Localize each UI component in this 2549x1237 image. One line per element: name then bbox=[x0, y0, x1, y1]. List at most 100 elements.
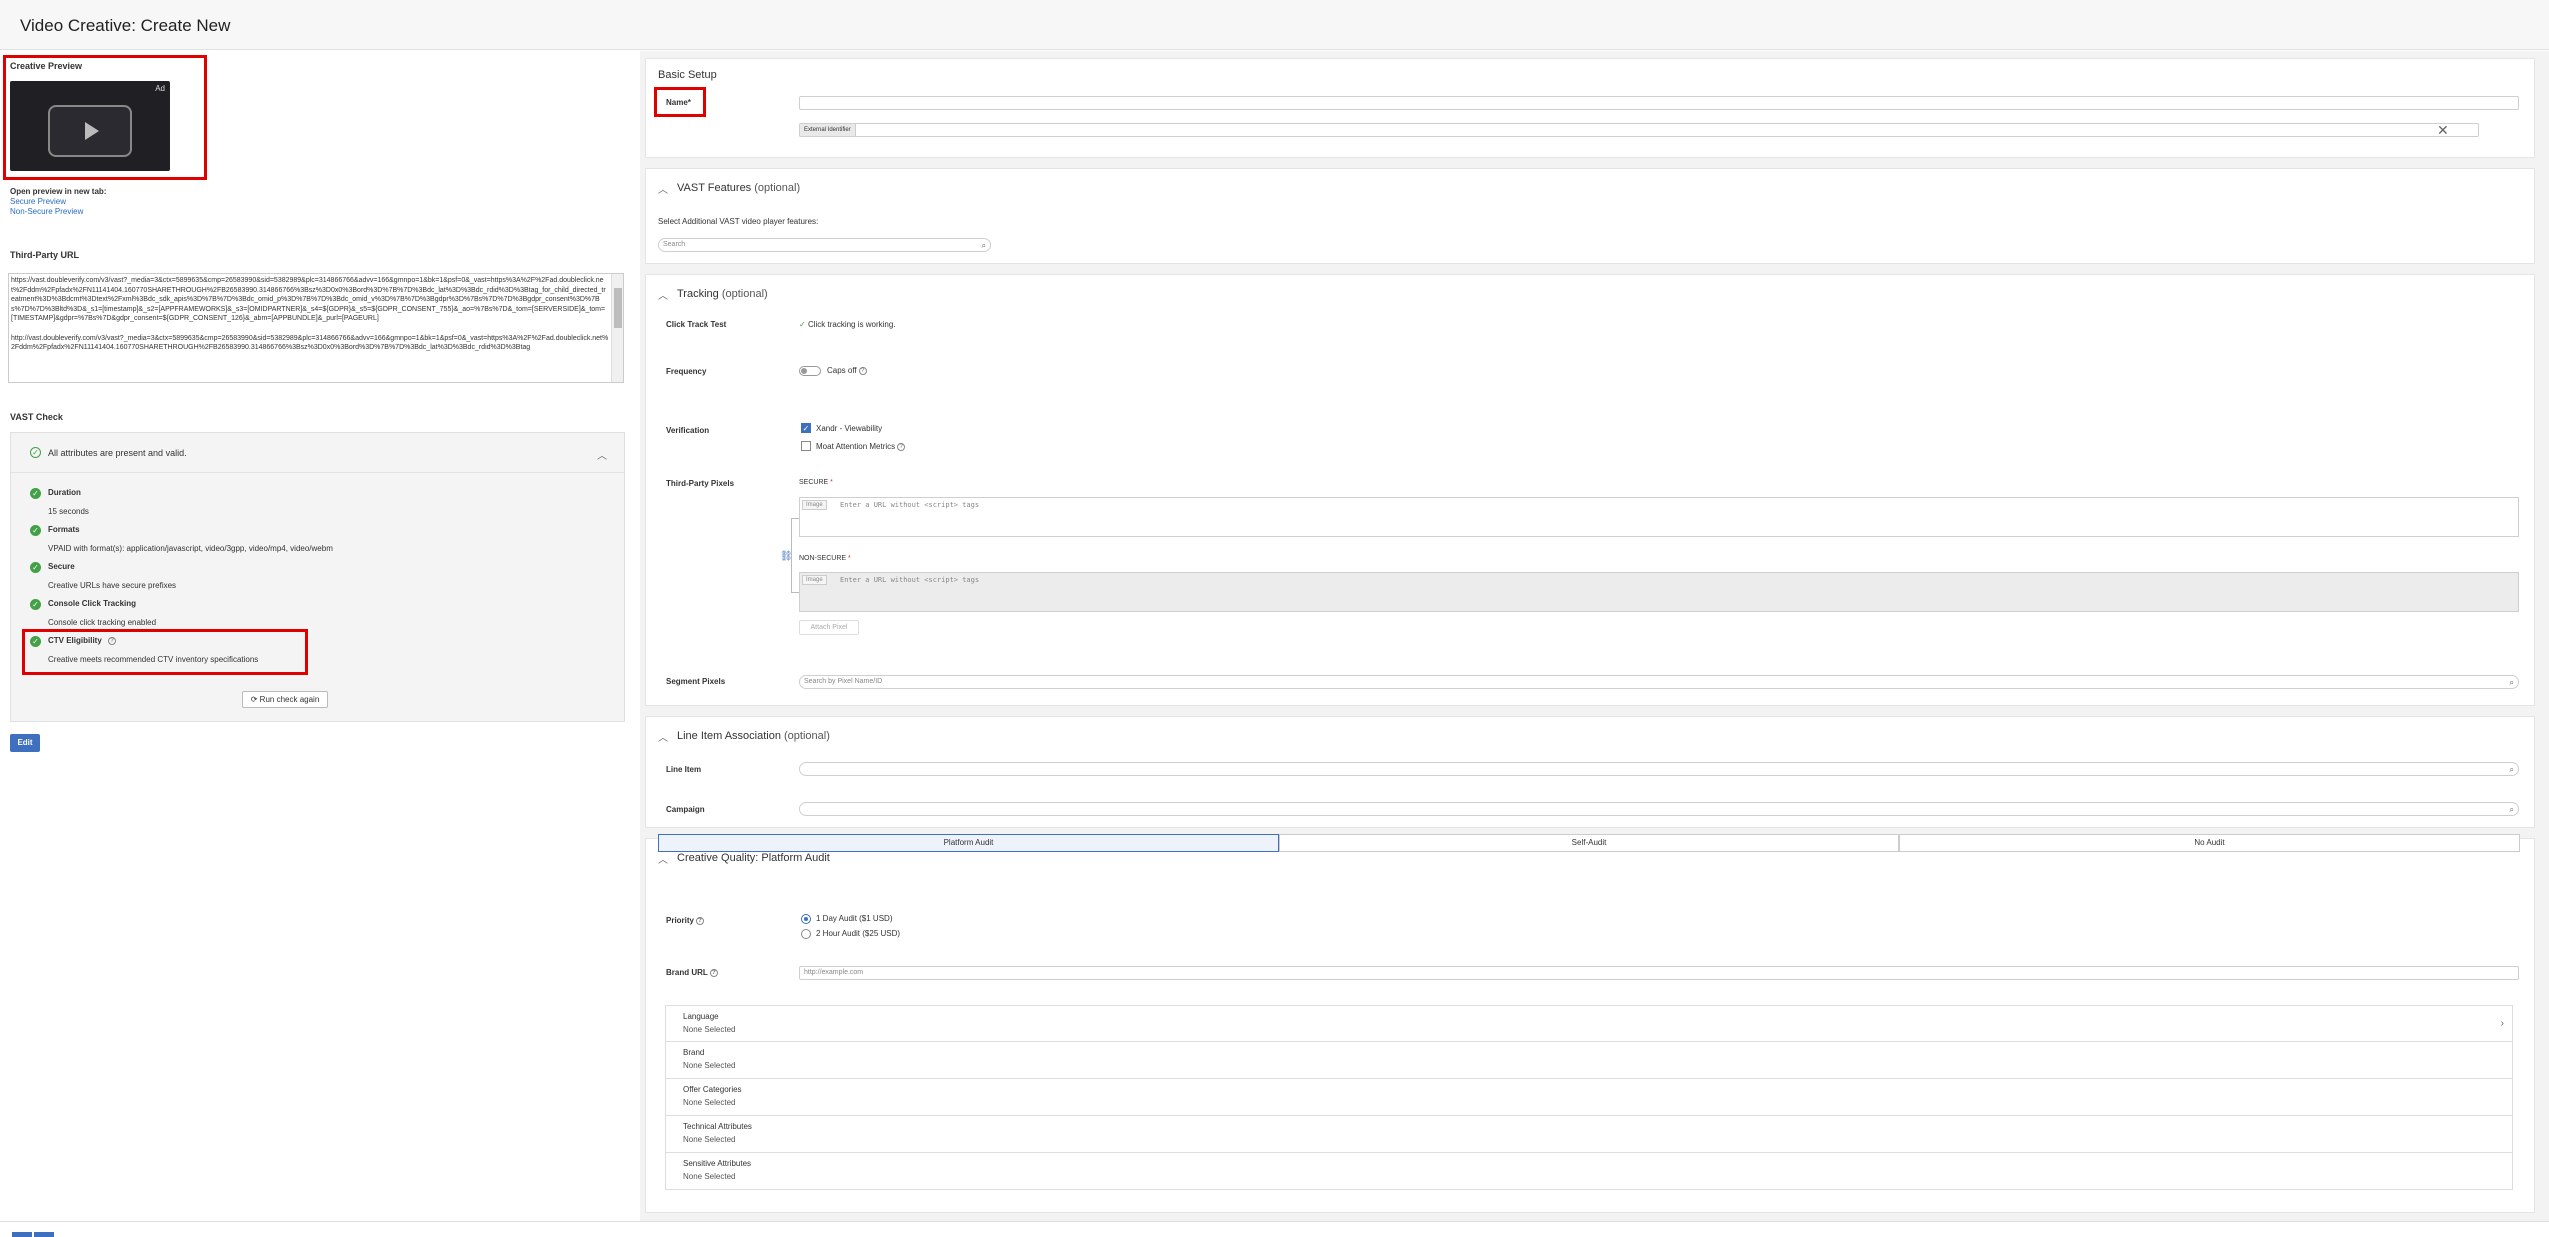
basic-setup-title: Basic Setup bbox=[658, 69, 717, 81]
url-scrollbar[interactable] bbox=[611, 274, 623, 382]
optional-tag: (optional) bbox=[784, 730, 830, 742]
info-icon[interactable]: ? bbox=[696, 916, 705, 925]
checkmark-icon: ✓ bbox=[799, 320, 806, 329]
link-icon[interactable]: ⛓ bbox=[780, 551, 793, 562]
search-icon: ⌕ bbox=[2509, 678, 2514, 687]
accordion-language[interactable]: Language None Selected › bbox=[665, 1005, 2513, 1042]
tracking-card: ︿ Tracking (optional) Click Track Test ✓… bbox=[645, 274, 2535, 706]
accordion-title: Offer Categories bbox=[683, 1085, 742, 1094]
secure-pixel-input[interactable]: Image Enter a URL without <script> tags bbox=[799, 497, 2519, 537]
check-desc: Console click tracking enabled bbox=[48, 618, 157, 627]
accordion-brand[interactable]: Brand None Selected bbox=[665, 1042, 2513, 1079]
edit-button[interactable]: Edit bbox=[10, 734, 40, 752]
click-track-text: Click tracking is working. bbox=[807, 320, 896, 329]
footer-bar bbox=[0, 1221, 2549, 1237]
segment-pixels-search[interactable]: Search by Pixel Name/ID ⌕ bbox=[799, 675, 2519, 689]
tracking-title: Tracking (optional) bbox=[677, 288, 768, 300]
line-item-title-text: Line Item Association bbox=[677, 730, 781, 742]
url-2: http://vast.doubleverify.com/v3/vast?_me… bbox=[11, 334, 609, 352]
accordion-value: None Selected bbox=[683, 1061, 736, 1070]
chevron-up-icon[interactable]: ︿ bbox=[597, 447, 607, 462]
vast-check-label: VAST Check bbox=[10, 412, 63, 422]
priority-2hour-radio[interactable] bbox=[801, 929, 811, 939]
accordion-technical-attributes[interactable]: Technical Attributes None Selected bbox=[665, 1116, 2513, 1153]
close-icon[interactable]: ✕ bbox=[2437, 122, 2449, 139]
line-item-search[interactable]: ⌕ bbox=[799, 762, 2519, 776]
run-check-button[interactable]: ⟳ Run check again bbox=[242, 691, 328, 708]
non-secure-pixel-input[interactable]: Image Enter a URL without <script> tags bbox=[799, 572, 2519, 612]
accordion-offer-categories[interactable]: Offer Categories None Selected bbox=[665, 1079, 2513, 1116]
accordion-title: Technical Attributes bbox=[683, 1122, 752, 1131]
line-item-label: Line Item bbox=[666, 765, 702, 774]
accordion-title: Language bbox=[683, 1012, 719, 1021]
priority-label: Priority? bbox=[666, 916, 705, 925]
info-icon[interactable]: ? bbox=[897, 442, 906, 451]
tab-self-audit[interactable]: Self-Audit bbox=[1279, 834, 1899, 852]
footer-button[interactable] bbox=[12, 1232, 32, 1237]
open-preview-label: Open preview in new tab: bbox=[10, 187, 107, 196]
optional-tag: (optional) bbox=[721, 288, 768, 300]
click-track-status: ✓ Click tracking is working. bbox=[799, 320, 896, 329]
xandr-checkbox[interactable]: ✓ bbox=[801, 423, 811, 433]
frequency-label: Frequency bbox=[666, 367, 707, 376]
accordion-value: None Selected bbox=[683, 1172, 736, 1181]
third-party-pixels-label: Third-Party Pixels bbox=[666, 479, 735, 488]
secure-label-text: SECURE bbox=[799, 479, 829, 486]
left-panel: Creative Preview Ad Open preview in new … bbox=[0, 51, 640, 1221]
info-icon[interactable]: ? bbox=[858, 366, 867, 375]
tab-platform-audit[interactable]: Platform Audit bbox=[658, 834, 1279, 852]
priority-1day-radio[interactable] bbox=[801, 914, 811, 924]
check-title: Formats bbox=[48, 525, 80, 534]
chevron-up-icon[interactable]: ︿ bbox=[658, 287, 668, 302]
vast-check-panel: ✓ All attributes are present and valid. … bbox=[10, 432, 625, 722]
tab-no-audit[interactable]: No Audit bbox=[1899, 834, 2520, 852]
priority-1day-label: 1 Day Audit ($1 USD) bbox=[816, 914, 893, 923]
vast-features-title: VAST Features (optional) bbox=[677, 182, 800, 194]
check-desc: VPAID with format(s): application/javasc… bbox=[48, 544, 333, 553]
accordion-sensitive-attributes[interactable]: Sensitive Attributes None Selected bbox=[665, 1153, 2513, 1190]
click-track-label: Click Track Test bbox=[666, 320, 727, 329]
pixel-type-select[interactable]: Image bbox=[802, 500, 827, 510]
accordion-value: None Selected bbox=[683, 1098, 736, 1107]
accordion-title: Sensitive Attributes bbox=[683, 1159, 752, 1168]
pixel-placeholder: Enter a URL without <script> tags bbox=[840, 576, 980, 584]
search-icon: ⌕ bbox=[2509, 765, 2514, 774]
pixel-type-select[interactable]: Image bbox=[802, 575, 827, 585]
footer-button[interactable] bbox=[34, 1232, 54, 1237]
third-party-url-textarea[interactable]: https://vast.doubleverify.com/v3/vast?_m… bbox=[8, 273, 624, 383]
check-circle-icon: ✓ bbox=[30, 447, 41, 458]
chevron-up-icon[interactable]: ︿ bbox=[658, 851, 668, 866]
frequency-toggle[interactable] bbox=[799, 366, 821, 376]
external-id-input[interactable]: External Identifier bbox=[799, 123, 2479, 137]
moat-checkbox[interactable] bbox=[801, 441, 811, 451]
page-title: Video Creative: Create New bbox=[20, 16, 231, 35]
optional-tag: (optional) bbox=[754, 182, 801, 194]
info-icon[interactable]: ? bbox=[709, 968, 718, 977]
tracking-title-text: Tracking bbox=[677, 288, 719, 300]
vast-summary-header[interactable]: ✓ All attributes are present and valid. … bbox=[11, 433, 624, 473]
accordion-title: Brand bbox=[683, 1048, 705, 1057]
campaign-search[interactable]: ⌕ bbox=[799, 802, 2519, 816]
secure-preview-link[interactable]: Secure Preview bbox=[10, 197, 66, 206]
chevron-up-icon[interactable]: ︿ bbox=[658, 729, 668, 744]
search-placeholder: Search bbox=[663, 241, 686, 248]
vast-features-subtitle: Select Additional VAST video player feat… bbox=[658, 217, 819, 226]
verification-label: Verification bbox=[666, 426, 710, 435]
scroll-thumb[interactable] bbox=[614, 288, 622, 328]
non-secure-preview-link[interactable]: Non-Secure Preview bbox=[10, 207, 83, 216]
required-mark: * bbox=[848, 555, 851, 562]
attach-pixel-button[interactable]: Attach Pixel bbox=[799, 620, 859, 635]
vast-features-search[interactable]: Search ⌕ bbox=[658, 238, 991, 252]
vast-features-card: ︿ VAST Features (optional) Select Additi… bbox=[645, 168, 2535, 264]
moat-label: Moat Attention Metrics? bbox=[816, 442, 906, 451]
priority-2hour-label: 2 Hour Audit ($25 USD) bbox=[816, 929, 901, 938]
brand-url-label-text: Brand URL bbox=[666, 968, 708, 977]
accordion-value: None Selected bbox=[683, 1135, 736, 1144]
external-id-label: External Identifier bbox=[800, 124, 856, 136]
check-icon: ✓ bbox=[30, 562, 41, 573]
name-input[interactable] bbox=[799, 96, 2519, 110]
brand-url-input[interactable]: http://example.com bbox=[799, 966, 2519, 980]
line-item-card: ︿ Line Item Association (optional) Line … bbox=[645, 716, 2535, 828]
check-desc: 15 seconds bbox=[48, 507, 89, 516]
chevron-up-icon[interactable]: ︿ bbox=[658, 181, 668, 196]
